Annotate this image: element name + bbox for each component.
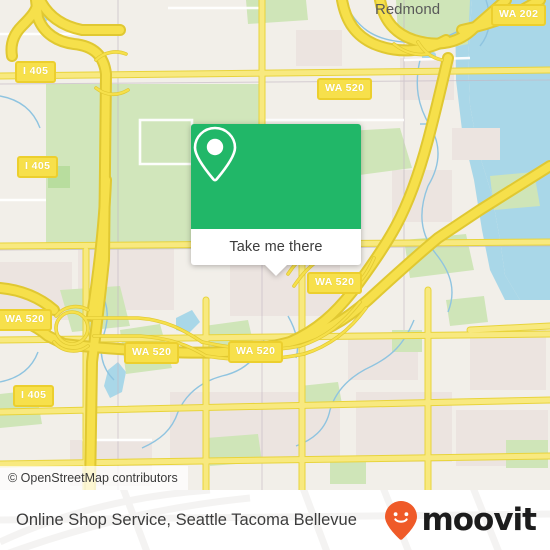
callout-cta-panel[interactable]: Take me there bbox=[191, 229, 361, 276]
shield-i-405-bottom: I 405 bbox=[13, 385, 55, 407]
map-pin-icon bbox=[193, 126, 237, 182]
callout-pointer bbox=[265, 265, 287, 276]
shield-wa-520-center-right: WA 520 bbox=[228, 341, 284, 363]
footer-bar: Online Shop Service, Seattle Tacoma Bell… bbox=[0, 490, 550, 550]
take-me-there-label: Take me there bbox=[229, 239, 323, 255]
moovit-map-screenshot: Redmond WA 202 I 405 WA 520 I 405 WA 520… bbox=[0, 0, 550, 550]
map-canvas[interactable]: Redmond WA 202 I 405 WA 520 I 405 WA 520… bbox=[0, 0, 550, 490]
moovit-wordmark: moovit bbox=[421, 501, 537, 538]
shield-wa-520-top: WA 520 bbox=[317, 78, 373, 100]
shield-wa-202: WA 202 bbox=[491, 4, 547, 26]
shield-i-405-top: I 405 bbox=[15, 61, 57, 83]
shield-wa-520-left: WA 520 bbox=[0, 309, 53, 331]
callout-icon-panel bbox=[191, 124, 361, 229]
attribution-text: © OpenStreetMap contributors bbox=[8, 471, 178, 485]
moovit-logo[interactable]: moovit bbox=[384, 500, 537, 540]
shield-i-405-mid: I 405 bbox=[17, 156, 59, 178]
map-callout-card[interactable]: Take me there bbox=[191, 124, 361, 276]
map-attribution[interactable]: © OpenStreetMap contributors bbox=[0, 466, 188, 490]
place-label-redmond: Redmond bbox=[375, 1, 441, 18]
moovit-pin-smiley-icon bbox=[385, 501, 418, 540]
location-title: Online Shop Service, Seattle Tacoma Bell… bbox=[16, 510, 357, 529]
shield-wa-520-right-upper: WA 520 bbox=[307, 272, 363, 294]
shield-wa-520-center: WA 520 bbox=[124, 342, 180, 364]
